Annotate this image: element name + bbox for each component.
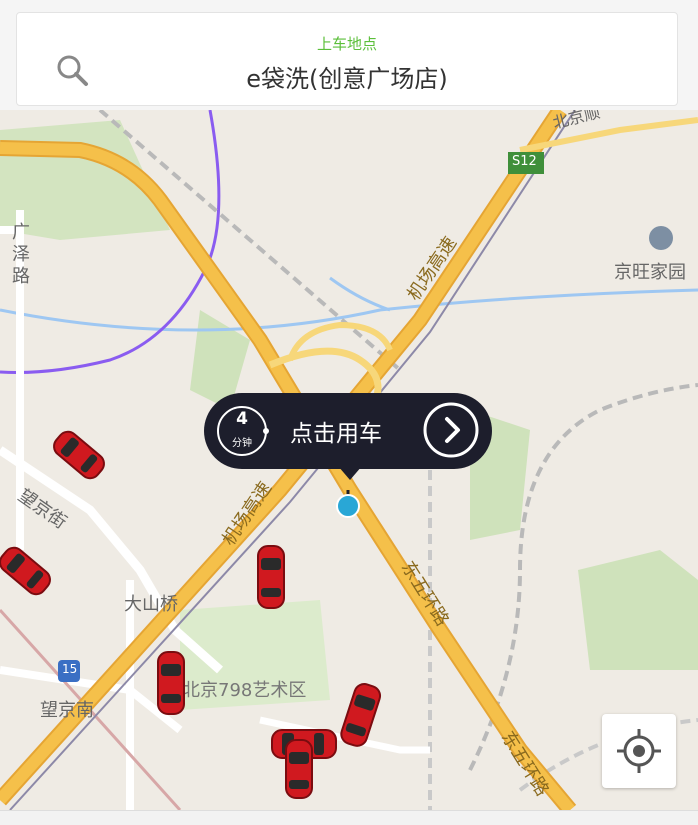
car-icon[interactable] (48, 424, 110, 486)
car-icon[interactable] (242, 542, 300, 614)
map-label-wangjingnan: 望京南 (40, 700, 94, 721)
car-icon[interactable] (270, 738, 328, 802)
map-label-guangze-road: 广泽路 (12, 222, 30, 287)
pickup-pin-icon (336, 490, 360, 518)
pickup-location-card[interactable]: 上车地点 e袋洗(创意广场店) (16, 12, 678, 106)
call-car-button[interactable]: 点击用车 (290, 414, 382, 448)
top-bar: 上车地点 e袋洗(创意广场店) (0, 0, 698, 110)
chevron-right-icon[interactable] (422, 401, 480, 459)
pickup-address[interactable]: e袋洗(创意广场店) (17, 59, 677, 94)
pickup-label: 上车地点 (316, 35, 377, 53)
map-label-jingwang-home: 京旺家园 (614, 262, 686, 283)
map-label-798-art-zone: 北京798艺术区 (182, 680, 307, 701)
bottom-edge (0, 810, 698, 825)
metro-station-badge: 15 (62, 662, 78, 676)
locate-me-button[interactable] (602, 714, 676, 788)
eta-minutes: 4 (236, 409, 248, 429)
car-icon[interactable] (0, 540, 56, 602)
callout-pointer (338, 466, 362, 480)
car-icon[interactable] (142, 648, 200, 720)
eta-unit: 分钟 (232, 438, 252, 449)
crosshair-icon (617, 729, 661, 773)
highway-shield-s12: S12 (512, 154, 537, 169)
map-label-dashanqiao: 大山桥 (124, 594, 178, 615)
